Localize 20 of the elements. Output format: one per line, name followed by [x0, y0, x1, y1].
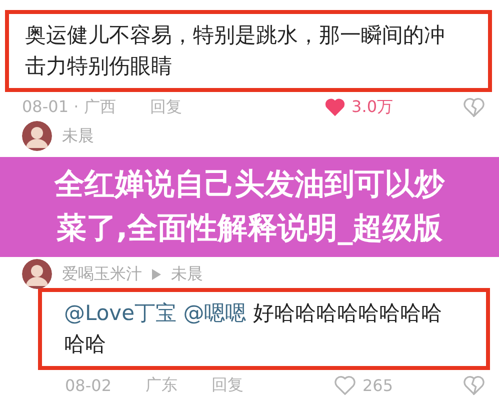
username[interactable]: 未晨	[62, 126, 94, 146]
comment-time: 08-02	[65, 376, 112, 394]
avatar[interactable]	[22, 259, 52, 289]
like-count: 265	[362, 376, 393, 394]
like-count: 3.0万	[352, 96, 393, 118]
triangle-icon	[152, 268, 161, 280]
comment-text: 奥运健儿不容易，特别是跳水，那一瞬间的冲击力特别伤眼睛	[25, 22, 446, 80]
location: 广东	[146, 374, 178, 396]
mention-link[interactable]: @Love丁宝	[64, 301, 177, 325]
heart-icon[interactable]	[324, 97, 346, 117]
reply-link[interactable]: 回复	[150, 96, 182, 118]
mention-link[interactable]: @嗯嗯	[183, 301, 246, 325]
reply-link[interactable]: 回复	[212, 374, 244, 396]
avatar[interactable]	[22, 121, 52, 151]
username[interactable]: 爱喝玉米汁	[62, 264, 142, 284]
comment-time: 08-01 · 广西	[22, 96, 116, 118]
banner-title: 全红婵说自己头发油到可以炒菜了,全面性解释说明_超级版	[53, 166, 446, 248]
heart-icon[interactable]	[334, 375, 356, 395]
reply-target[interactable]: 未晨	[171, 264, 203, 284]
comment-text: @Love丁宝 @嗯嗯 好哈哈哈哈哈哈哈哈哈哈	[64, 300, 443, 358]
